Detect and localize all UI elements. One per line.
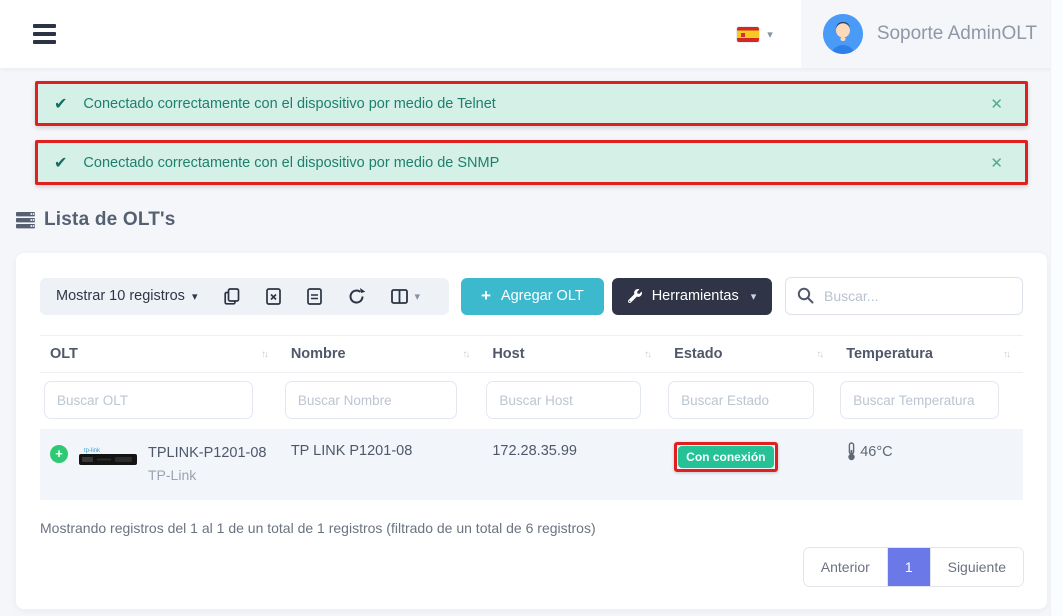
- column-header-estado[interactable]: Estado↑↓: [664, 336, 836, 373]
- top-navbar: ▾ Soporte AdminOLT: [0, 0, 1063, 68]
- sort-icon[interactable]: ↑↓: [462, 349, 472, 360]
- sidebar-toggle-hamburger-icon[interactable]: [33, 20, 56, 48]
- language-dropdown[interactable]: ▾: [709, 0, 801, 68]
- column-header-olt[interactable]: OLT↑↓: [40, 336, 281, 373]
- filter-host-input[interactable]: [486, 381, 640, 419]
- alert-snmp-success: ✔ Conectado correctamente con el disposi…: [35, 140, 1028, 185]
- table-header-row: OLT↑↓ Nombre↑↓ Host↑↓ Estado↑↓ Temperatu…: [40, 336, 1023, 373]
- alert-message: Conectado correctamente con el dispositi…: [83, 155, 986, 171]
- chevron-down-icon: ▾: [751, 290, 757, 303]
- olt-table: OLT↑↓ Nombre↑↓ Host↑↓ Estado↑↓ Temperatu…: [40, 335, 1023, 500]
- olt-list-card: Mostrar 10 registros ▾: [16, 253, 1047, 609]
- filter-temperatura-input[interactable]: [840, 381, 999, 419]
- olt-host-value: 172.28.35.99: [492, 443, 577, 459]
- alert-message: Conectado correctamente con el dispositi…: [83, 96, 986, 112]
- spain-flag-icon: [737, 27, 759, 42]
- copy-icon: [224, 288, 240, 305]
- columns-icon: [391, 289, 408, 304]
- status-badge-highlight: Con conexión: [674, 442, 777, 472]
- table-row: + tp-link TPLINK-P1201-08: [40, 430, 1023, 500]
- export-excel-button[interactable]: [253, 284, 294, 309]
- add-olt-button[interactable]: + Agregar OLT: [461, 278, 604, 315]
- pagination-next-button[interactable]: Siguiente: [931, 548, 1023, 586]
- sort-icon[interactable]: ↑↓: [261, 349, 271, 360]
- thermometer-icon: [846, 442, 857, 461]
- excel-file-icon: [266, 288, 281, 305]
- pagination-prev-button[interactable]: Anterior: [804, 548, 888, 586]
- close-icon[interactable]: ✕: [986, 152, 1007, 174]
- page-title-row: Lista de OLT's: [16, 209, 1063, 231]
- avatar: [823, 14, 863, 54]
- pagination: Anterior 1 Siguiente: [804, 548, 1023, 586]
- chevron-down-icon: ▾: [414, 290, 420, 303]
- table-info-text: Mostrando registros del 1 al 1 de un tot…: [40, 520, 1023, 536]
- refresh-button[interactable]: [335, 284, 378, 309]
- check-icon: ✔: [54, 153, 67, 173]
- tools-button-label: Herramientas: [652, 288, 739, 304]
- search-input[interactable]: [785, 277, 1023, 315]
- filter-nombre-input[interactable]: [285, 381, 458, 419]
- document-icon: [307, 288, 322, 305]
- pagination-page-1-button[interactable]: 1: [888, 548, 931, 586]
- status-badge: Con conexión: [678, 446, 773, 468]
- olt-nombre-value: TP LINK P1201-08: [291, 443, 412, 459]
- tools-dropdown-button[interactable]: Herramientas ▾: [612, 278, 773, 315]
- show-entries-label: Mostrar 10 registros: [56, 288, 185, 304]
- table-filter-row: [40, 373, 1023, 430]
- olt-brand-label: TP-Link: [148, 467, 266, 483]
- filter-olt-input[interactable]: [44, 381, 253, 419]
- user-menu[interactable]: Soporte AdminOLT: [801, 0, 1063, 68]
- show-entries-dropdown[interactable]: Mostrar 10 registros ▾: [56, 288, 211, 304]
- check-icon: ✔: [54, 94, 67, 114]
- refresh-icon: [348, 288, 365, 305]
- olt-device-image: tp-link: [77, 444, 139, 479]
- column-header-nombre[interactable]: Nombre↑↓: [281, 336, 483, 373]
- search-icon: [797, 287, 814, 304]
- filter-estado-input[interactable]: [668, 381, 813, 419]
- expand-row-button[interactable]: +: [50, 445, 68, 463]
- sort-icon[interactable]: ↑↓: [816, 349, 826, 360]
- browser-scrollbar-track[interactable]: [1050, 0, 1063, 616]
- wrench-icon: [628, 289, 642, 303]
- sort-icon[interactable]: ↑↓: [1003, 349, 1013, 360]
- page-title: Lista de OLT's: [44, 209, 176, 231]
- export-file-button[interactable]: [294, 284, 335, 309]
- add-olt-button-label: Agregar OLT: [501, 288, 584, 304]
- plus-icon: +: [481, 286, 491, 306]
- sort-icon[interactable]: ↑↓: [644, 349, 654, 360]
- column-visibility-dropdown[interactable]: ▾: [378, 285, 433, 308]
- olt-model-label: TPLINK-P1201-08: [148, 442, 266, 461]
- table-toolbar-group: Mostrar 10 registros ▾: [40, 278, 449, 315]
- temperature-value: 46°C: [860, 444, 892, 460]
- column-header-host[interactable]: Host↑↓: [482, 336, 664, 373]
- copy-button[interactable]: [211, 284, 253, 309]
- close-icon[interactable]: ✕: [986, 93, 1007, 115]
- user-name-label: Soporte AdminOLT: [877, 23, 1037, 45]
- chevron-down-icon: ▾: [192, 290, 198, 303]
- chevron-down-icon: ▾: [767, 28, 773, 41]
- alert-telnet-success: ✔ Conectado correctamente con el disposi…: [35, 81, 1028, 126]
- server-icon: [16, 212, 35, 229]
- svg-text:tp-link: tp-link: [84, 448, 101, 454]
- column-header-temperatura[interactable]: Temperatura↑↓: [836, 336, 1023, 373]
